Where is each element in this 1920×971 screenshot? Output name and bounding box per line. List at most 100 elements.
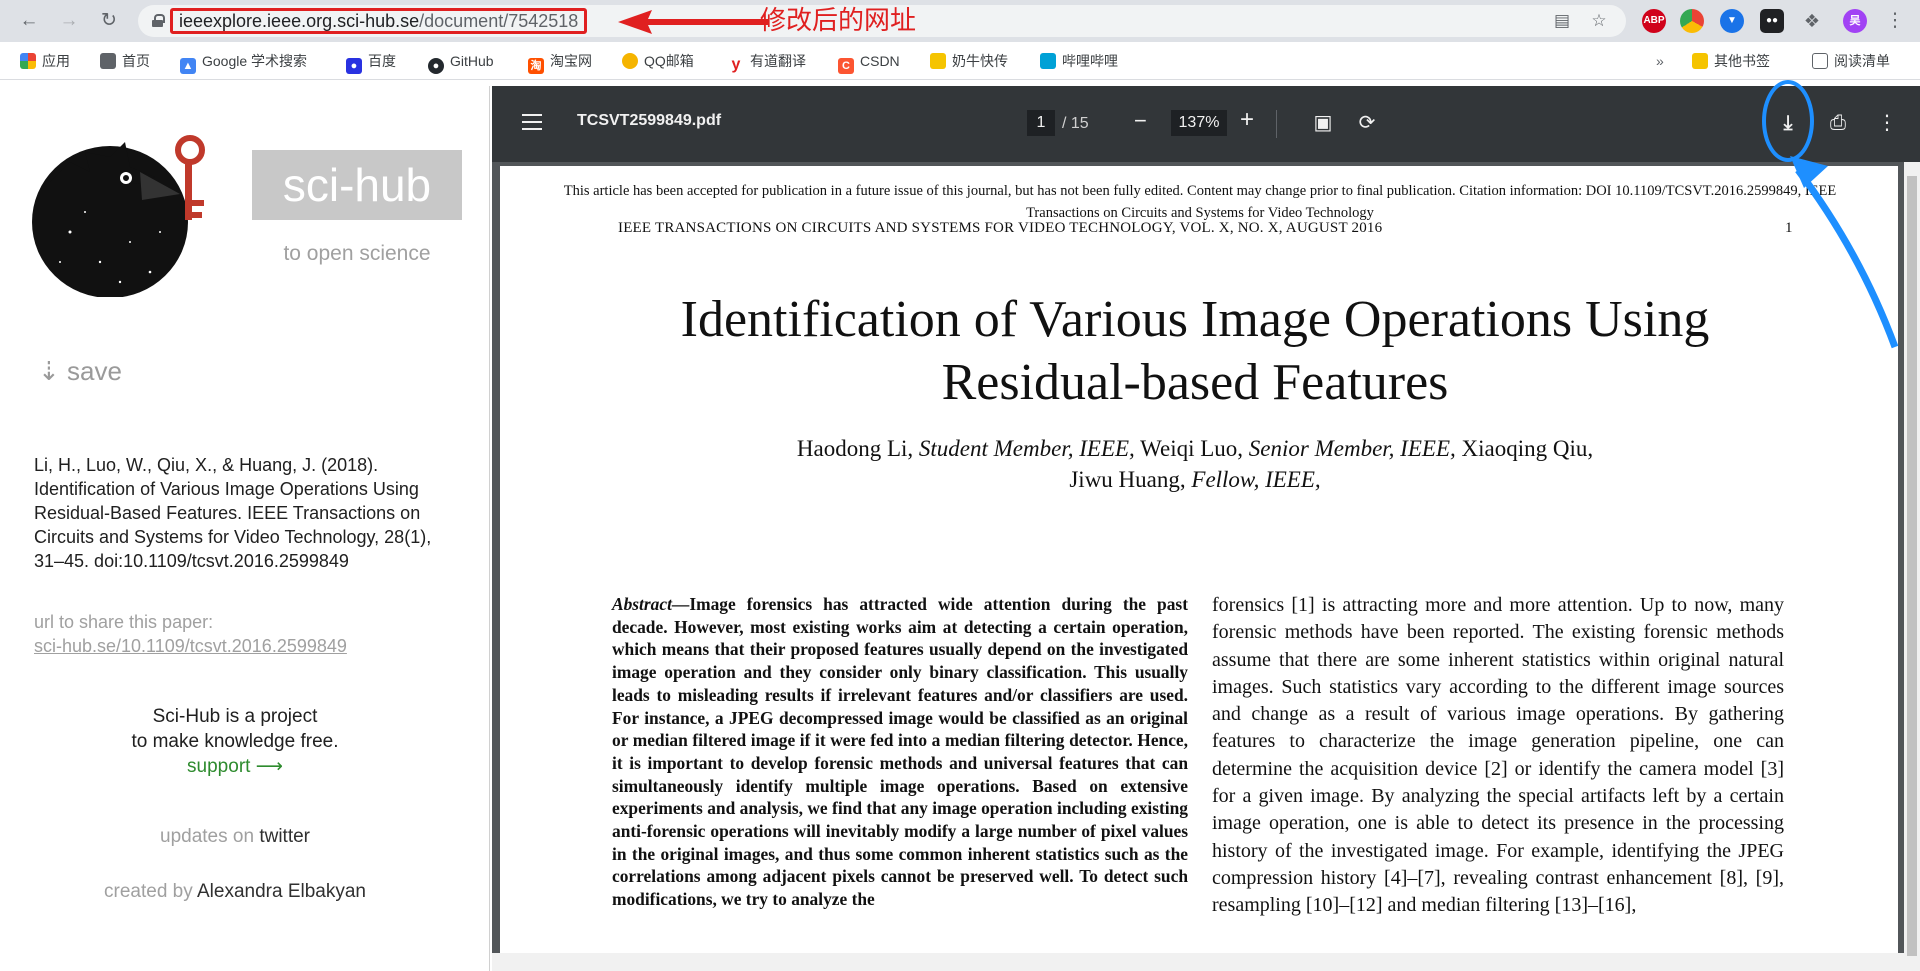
taobao-icon: 淘: [528, 58, 544, 74]
author-role: Fellow, IEEE,: [1191, 467, 1321, 492]
vpn-extension-icon[interactable]: ▼: [1720, 9, 1744, 33]
translate-icon[interactable]: ▤: [1551, 10, 1573, 32]
reading-list-icon: [1812, 53, 1828, 69]
author-name: Haodong Li,: [796, 436, 914, 461]
bilibili-icon: [1040, 53, 1056, 69]
browser-toolbar: ← → ↻ ieeexplore.ieee.org.sci-hub.se/doc…: [0, 0, 1920, 42]
zoom-level-input[interactable]: 137%: [1171, 110, 1227, 136]
project-line: Sci-Hub is a project: [152, 706, 318, 727]
abstract-column: Abstract—Image forensics has attracted w…: [612, 593, 1188, 911]
baidu-paw-icon: ●: [346, 58, 362, 74]
author-name: Weiqi Luo,: [1140, 436, 1244, 461]
blue-annotation-arrow: [1790, 156, 1899, 349]
fit-page-icon[interactable]: ▣: [1310, 110, 1336, 136]
bookmark-reading-list[interactable]: 阅读清单: [1812, 51, 1890, 71]
bookmark-label: QQ邮箱: [644, 53, 694, 69]
abp-extension-icon[interactable]: ABP: [1642, 9, 1666, 33]
qqmail-icon: [622, 53, 638, 69]
bookmark-label: 哔哩哔哩: [1062, 53, 1118, 69]
tampermonkey-extension-icon[interactable]: ●●: [1760, 9, 1784, 33]
author-role: Student Member, IEEE,: [918, 436, 1135, 461]
pdf-viewer: TCSVT2599849.pdf 1 / 15 − 137% + ▣ ⟳ ⤓ ⎙…: [492, 80, 1920, 971]
apps-grid-icon: [20, 53, 36, 69]
reload-icon[interactable]: ↻: [94, 6, 124, 36]
more-options-icon[interactable]: ⋮: [1874, 110, 1900, 136]
bookmarks-more-chevron[interactable]: »: [1656, 51, 1664, 71]
bookmark-label: Google 学术搜索: [202, 53, 308, 69]
zoom-out-button[interactable]: −: [1134, 108, 1147, 134]
chrome-extension-icon[interactable]: [1680, 9, 1704, 33]
zoom-in-button[interactable]: +: [1240, 106, 1254, 134]
intro-column: forensics [1] is attracting more and mor…: [1212, 594, 1784, 917]
abstract-label: Abstract: [612, 594, 672, 614]
profile-avatar[interactable]: 吴: [1843, 9, 1867, 33]
support-link[interactable]: support ⟶: [0, 754, 470, 779]
bookmark-youdao[interactable]: y 有道翻译: [728, 51, 806, 73]
bookmark-label: GitHub: [450, 53, 494, 69]
forward-arrow-icon[interactable]: →: [54, 6, 84, 36]
bookmark-label: 百度: [368, 53, 396, 69]
bookmark-apps[interactable]: 应用: [20, 51, 70, 71]
scholar-icon: ▲: [180, 58, 196, 74]
bookmark-label: 其他书签: [1714, 53, 1770, 69]
scihub-brand[interactable]: sci-hub: [252, 150, 462, 220]
cowtransfer-icon: [930, 53, 946, 69]
bookmark-cowtransfer[interactable]: 奶牛快传: [930, 51, 1008, 71]
updates-line: updates on twitter: [0, 826, 470, 848]
folder-icon: [100, 53, 116, 69]
star-icon[interactable]: ☆: [1588, 10, 1610, 32]
share-label: url to share this paper:: [34, 612, 214, 632]
bookmark-qqmail[interactable]: QQ邮箱: [622, 51, 694, 71]
print-icon[interactable]: ⎙: [1825, 110, 1851, 136]
bookmark-github[interactable]: ● GitHub: [428, 51, 494, 74]
back-arrow-icon[interactable]: ←: [14, 6, 44, 36]
bookmark-bilibili[interactable]: 哔哩哔哩: [1040, 51, 1118, 71]
paper-title: Identification of Various Image Operatio…: [560, 288, 1830, 414]
page-number-input[interactable]: 1: [1027, 110, 1055, 136]
rotate-icon[interactable]: ⟳: [1354, 110, 1380, 136]
red-annotation-arrow: [618, 10, 768, 34]
url-path: /document/7542518: [419, 11, 579, 31]
running-head: IEEE TRANSACTIONS ON CIRCUITS AND SYSTEM…: [618, 220, 1383, 236]
created-by-line: created by Alexandra Elbakyan: [0, 881, 470, 903]
author-name: Jiwu Huang,: [1069, 467, 1186, 492]
author-role: Senior Member, IEEE,: [1248, 436, 1456, 461]
bookmark-label: 首页: [122, 53, 150, 69]
scihub-raven-logo[interactable]: [30, 122, 215, 297]
extensions-icon[interactable]: ❖: [1800, 9, 1824, 33]
project-line: to make knowledge free.: [131, 731, 339, 752]
url-text[interactable]: ieeexplore.ieee.org.sci-hub.se/document/…: [170, 8, 588, 34]
bookmark-label: 淘宝网: [550, 53, 592, 69]
bookmark-label: 有道翻译: [750, 53, 806, 69]
bookmark-home[interactable]: 首页: [100, 51, 150, 71]
bookmark-label: CSDN: [860, 53, 900, 69]
pdf-filename: TCSVT2599849.pdf: [577, 112, 722, 129]
share-link[interactable]: sci-hub.se/10.1109/tcsvt.2016.2599849: [34, 636, 347, 657]
project-description: Sci-Hub is a project to make knowledge f…: [0, 704, 470, 779]
twitter-link[interactable]: twitter: [259, 826, 310, 847]
lock-icon: [152, 14, 165, 27]
bookmark-baidu[interactable]: ● 百度: [346, 51, 396, 74]
bookmark-label: 应用: [42, 53, 70, 69]
url-host: ieeexplore.ieee.org.sci-hub.se: [179, 11, 420, 31]
save-button[interactable]: ⇣ save: [38, 356, 122, 387]
horizontal-scrollbar[interactable]: [492, 953, 1904, 971]
csdn-icon: C: [838, 58, 854, 74]
scihub-sidebar: sci-hub to open science ⇣ save Li, H., L…: [0, 86, 490, 971]
created-prefix: created by: [104, 881, 193, 902]
bookmark-label: 阅读清单: [1834, 53, 1890, 69]
bookmark-taobao[interactable]: 淘淘宝网: [528, 51, 592, 74]
title-line: Identification of Various Image Operatio…: [680, 291, 1710, 348]
pdf-toolbar: TCSVT2599849.pdf 1 / 15 − 137% + ▣ ⟳ ⤓ ⎙…: [492, 80, 1920, 162]
github-icon: ●: [428, 58, 444, 74]
hamburger-menu-icon[interactable]: [522, 114, 542, 130]
author-name: Xiaoqing Qiu,: [1461, 436, 1594, 461]
browser-menu-icon[interactable]: ⋮: [1880, 6, 1910, 36]
acceptance-note: This article has been accepted for publi…: [540, 180, 1860, 224]
bookmark-google-scholar[interactable]: ▲ Google 学术搜索: [180, 51, 308, 74]
bookmark-csdn[interactable]: C CSDN: [838, 51, 900, 74]
bookmark-label: 奶牛快传: [952, 53, 1008, 69]
bookmark-other[interactable]: 其他书签: [1692, 51, 1770, 71]
page-total: / 15: [1062, 115, 1089, 132]
author-link[interactable]: Alexandra Elbakyan: [197, 881, 366, 902]
